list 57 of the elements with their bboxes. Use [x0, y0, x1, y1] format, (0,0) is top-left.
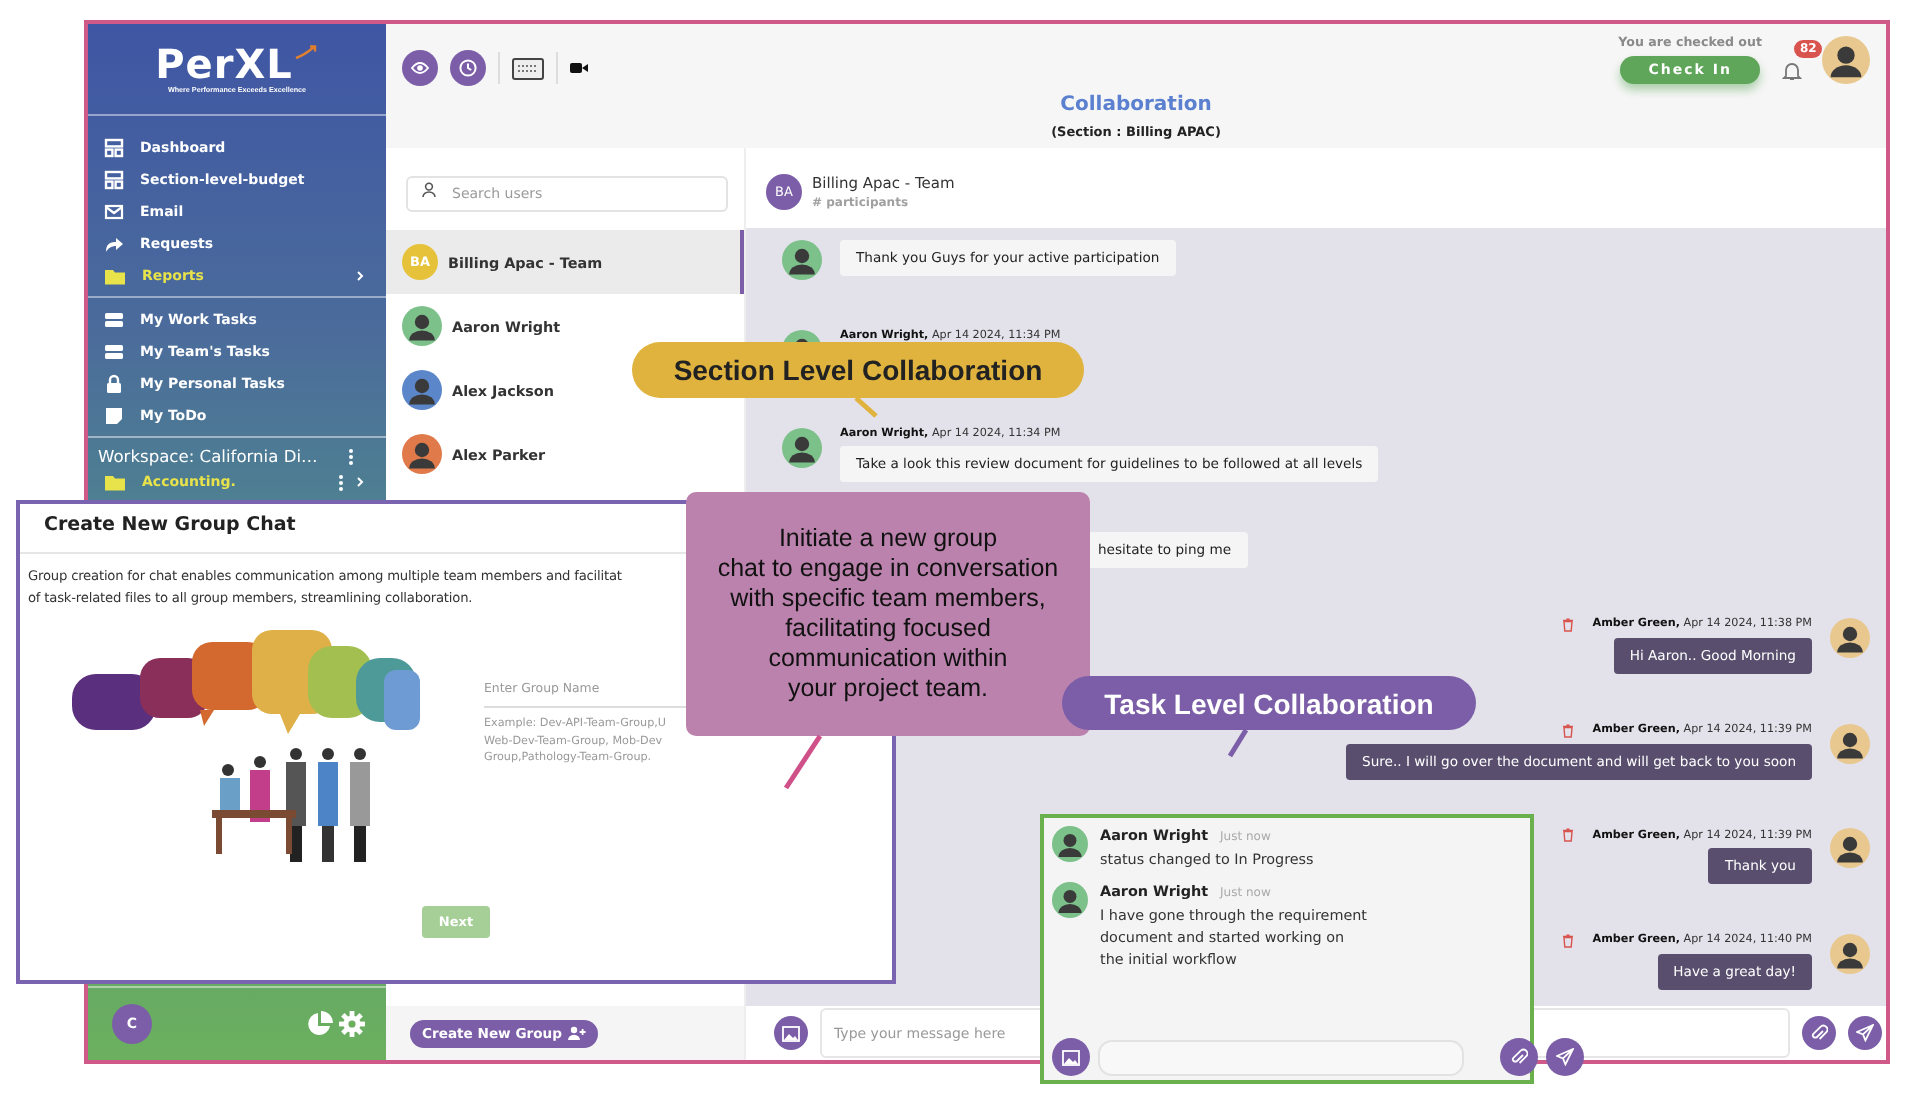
callout-tooltip: Initiate a new group chat to engage in conversation with specific team members, facilitating focused communication within your project team.	[686, 492, 1090, 736]
clock-button[interactable]	[450, 50, 486, 86]
send-button[interactable]	[1546, 1038, 1584, 1076]
trash-icon[interactable]	[1562, 933, 1575, 948]
folder-icon	[104, 266, 126, 286]
user-avatar	[1822, 36, 1870, 84]
eye-icon	[410, 58, 430, 78]
workspace-label: Workspace: California Di…	[98, 446, 318, 466]
notification-bell-icon[interactable]	[1782, 60, 1802, 82]
page-title: Collaboration	[1060, 94, 1212, 116]
user-avatar	[402, 370, 442, 410]
image-icon	[782, 1025, 800, 1041]
grid-icon	[104, 138, 124, 158]
clock-icon	[458, 58, 478, 78]
user-avatar	[402, 434, 442, 474]
add-user-icon	[568, 1026, 587, 1040]
folder-icon	[104, 472, 126, 492]
chevron-right-icon	[354, 270, 366, 282]
keyboard-icon[interactable]	[512, 57, 544, 79]
image-button[interactable]	[774, 1016, 808, 1050]
more-options-icon[interactable]	[338, 473, 344, 491]
trash-icon[interactable]	[1562, 723, 1575, 738]
leader-line	[854, 396, 878, 418]
logo-text: PerXL	[155, 44, 293, 84]
video-camera-icon[interactable]	[570, 62, 588, 74]
eye-button[interactable]	[402, 50, 438, 86]
note-icon	[104, 406, 124, 426]
trash-icon[interactable]	[1562, 617, 1575, 632]
callout-tooltip: Task Level Collaboration	[1062, 676, 1476, 730]
mail-icon	[104, 202, 124, 222]
leader-line	[1227, 728, 1249, 758]
trash-icon[interactable]	[1562, 828, 1575, 843]
pie-chart-icon[interactable]	[306, 1010, 334, 1038]
image-button[interactable]	[1052, 1038, 1090, 1076]
attach-button[interactable]	[1500, 1038, 1538, 1076]
paperclip-icon	[1810, 1024, 1828, 1042]
user-avatar	[402, 306, 442, 346]
more-options-icon[interactable]	[348, 447, 354, 465]
send-icon	[1856, 1024, 1874, 1042]
share-arrow-icon	[104, 234, 124, 254]
settings-icon[interactable]	[338, 1010, 366, 1038]
leader-line	[783, 734, 823, 790]
tasks-icon	[104, 310, 124, 330]
image-icon	[1062, 1049, 1080, 1065]
lock-icon	[104, 374, 124, 394]
user-avatar	[1052, 826, 1088, 862]
chevron-right-icon	[354, 476, 366, 488]
grid-icon	[104, 170, 124, 190]
attach-button[interactable]	[1802, 1016, 1836, 1050]
user-icon	[422, 182, 436, 198]
swoosh-arrow-icon	[294, 44, 319, 60]
tasks-icon	[104, 342, 124, 362]
send-icon	[1556, 1048, 1574, 1066]
user-avatar	[1052, 882, 1088, 918]
callout-tooltip: Section Level Collaboration	[632, 342, 1084, 398]
paperclip-icon	[1510, 1048, 1528, 1066]
send-button[interactable]	[1848, 1016, 1882, 1050]
